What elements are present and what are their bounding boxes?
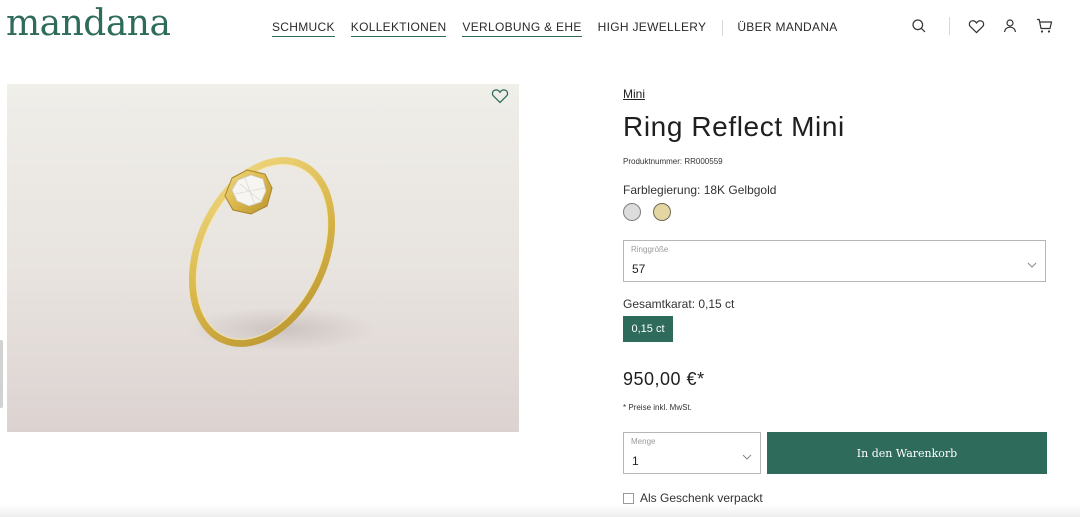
ring-size-select[interactable]: Ringgröße 57 [623,240,1046,282]
karat-option-button[interactable]: 0,15 ct [623,316,673,342]
nav-item-high-jewellery[interactable]: HIGH JEWELLERY [598,20,707,36]
search-icon[interactable] [909,16,929,36]
icons-divider [949,17,950,35]
nav-item-verlobung-ehe[interactable]: VERLOBUNG & EHE [462,20,582,37]
gift-wrap-option[interactable]: Als Geschenk verpackt [623,491,763,505]
quantity-label: Menge [631,437,656,446]
ring-size-label: Ringgröße [631,245,669,254]
karat-label: Gesamtkarat: 0,15 ct [623,297,735,311]
nav-item-schmuck[interactable]: SCHMUCK [272,20,335,37]
color-alloy-label: Farblegierung: 18K Gelbgold [623,183,777,197]
quantity-select[interactable]: Menge 1 [623,432,761,474]
nav-item-ueber-mandana[interactable]: ÜBER MANDANA [737,20,837,36]
brand-logo[interactable]: mandana [6,2,171,46]
product-image [7,84,519,432]
nav-divider [722,20,724,36]
swatch-yellow-gold[interactable] [653,203,671,221]
cart-icon[interactable] [1034,16,1054,36]
nav-item-kollektionen[interactable]: KOLLEKTIONEN [350,20,447,37]
product-title: Ring Reflect Mini [623,111,845,142]
chevron-down-icon [1027,257,1037,268]
header-icons [895,16,1054,36]
color-swatches [623,203,1048,221]
collection-link[interactable]: Mini [623,87,645,101]
product-price: 950,00 €* [623,369,705,389]
side-feedback-tab[interactable] [0,340,3,408]
gift-wrap-label: Als Geschenk verpackt [640,491,763,505]
product-details: Mini Ring Reflect Mini Produktnummer: RR… [623,84,1048,221]
ring-illustration [187,157,377,351]
user-icon[interactable] [1000,16,1020,36]
product-sku: Produktnummer: RR000559 [623,157,723,166]
bottom-fade [0,505,1080,517]
add-to-cart-button[interactable]: In den Warenkorb [767,432,1047,474]
main-nav: SCHMUCK KOLLEKTIONEN VERLOBUNG & EHE HIG… [272,19,854,37]
wishlist-heart-icon[interactable] [491,88,511,108]
chevron-down-icon [742,449,752,460]
ring-size-value: 57 [632,262,646,276]
heart-icon[interactable] [966,16,986,36]
gift-wrap-checkbox[interactable] [623,492,634,504]
quantity-value: 1 [632,454,639,468]
price-note: * Preise inkl. MwSt. [623,403,692,412]
swatch-white-gold[interactable] [623,203,641,221]
